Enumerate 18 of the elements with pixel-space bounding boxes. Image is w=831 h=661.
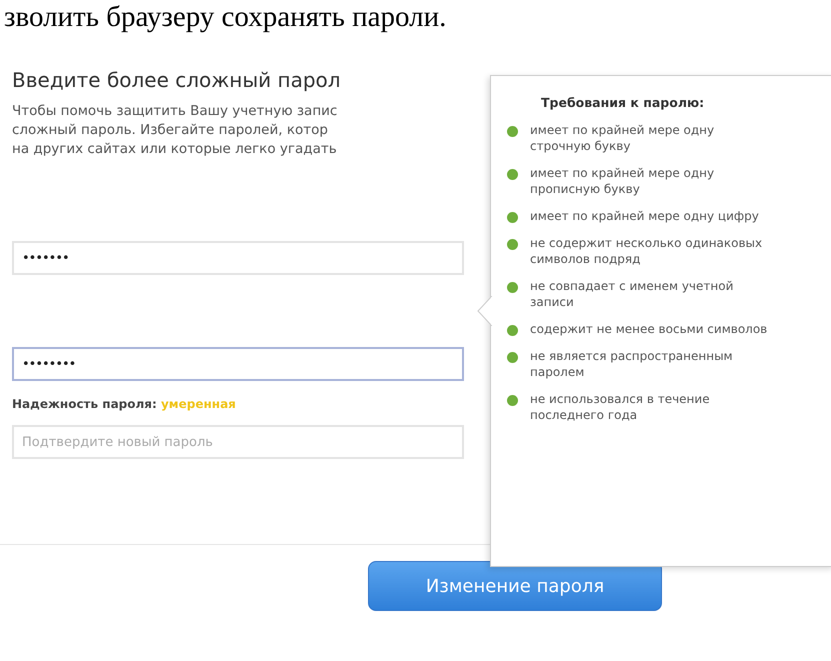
password-field[interactable]: ••••••• <box>12 241 464 275</box>
confirm-password-field[interactable]: Подтвердите новый пароль <box>12 425 464 459</box>
intro-text: сложный пароль. Избегайте паролей, котор <box>12 121 329 140</box>
requirement-text: не содержит несколько одинаковых символов подряд <box>530 235 764 267</box>
form-heading: Введите более сложный парол <box>12 68 342 92</box>
requirement-text: содержит не менее восьми символов <box>530 321 768 337</box>
page-text: зволить браузеру сохранять пароли. <box>3 0 448 34</box>
intro-text: на других сайтах или которые легко угадать <box>12 140 338 159</box>
requirement-text: не использовался в течение последнего года <box>530 391 711 423</box>
password-field[interactable]: •••••••• <box>12 347 464 381</box>
requirements-title: Требования к паролю: <box>541 95 706 110</box>
requirement-text: имеет по крайней мере одну прописную букву <box>530 165 716 197</box>
requirement-text: имеет по крайней мере одну цифру <box>530 208 760 224</box>
intro-text: Чтобы помочь защитить Вашу учетную запис <box>12 102 338 121</box>
requirement-text: не является распространенным паролем <box>530 348 734 380</box>
requirement-text: не совпадает с именем учетной записи <box>530 278 734 310</box>
password-strength: Надежность пароля: умеренная <box>12 397 237 411</box>
requirement-text: имеет по крайней мере одну строчную букву <box>530 122 716 154</box>
